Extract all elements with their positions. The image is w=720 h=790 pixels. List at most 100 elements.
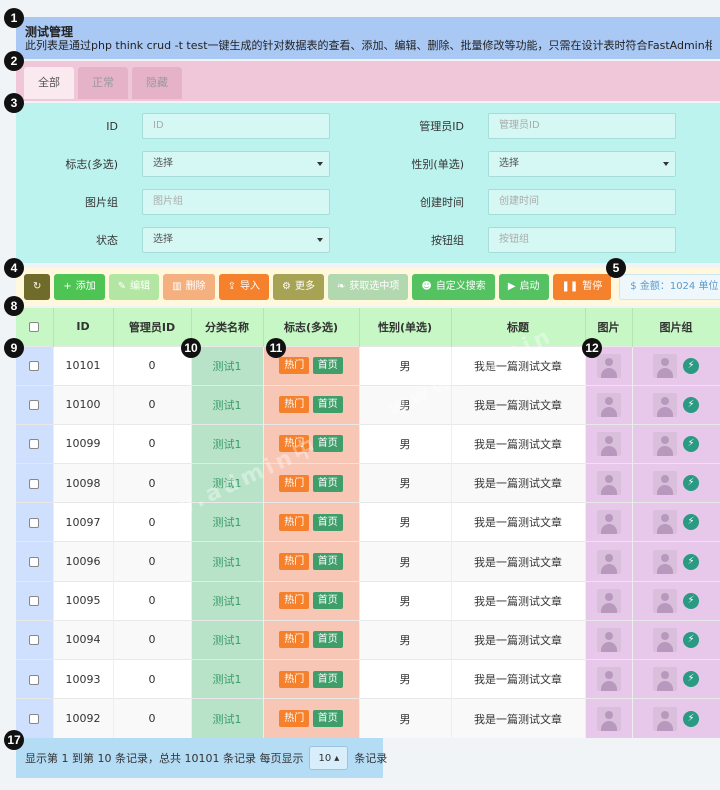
button-group-input[interactable]: 按钮组 [488,227,676,253]
row-checkbox[interactable] [29,400,40,411]
id-input[interactable]: ID [142,113,330,139]
column-header-admin-id[interactable]: 管理员ID [113,308,192,346]
status-select[interactable]: 选择 [142,227,330,253]
delete-button[interactable]: ▥ 删除 [163,274,215,300]
table-row[interactable]: 10098 0 测试1 热门 首页男我是一篇测试文章 ⚡ [16,463,720,503]
lightning-icon[interactable]: ⚡ [683,396,699,413]
cell-images: ⚡ [632,423,720,464]
row-checkbox[interactable] [29,557,40,568]
table-row[interactable]: 10096 0 测试1 热门 首页男我是一篇测试文章 ⚡ [16,541,720,582]
cell-images: ⚡ [632,502,720,542]
gender-select[interactable]: 选择 [488,151,676,177]
add-button[interactable]: + 添加 [54,274,105,300]
cell-image [585,423,633,464]
lightning-icon[interactable]: ⚡ [683,435,699,452]
avatar-placeholder-icon[interactable] [653,510,677,535]
cell-flags: 热门 首页 [263,384,360,425]
avatar-placeholder-icon[interactable] [653,353,677,378]
admin-id-input[interactable]: 管理员ID [488,113,676,139]
avatar-placeholder-icon[interactable] [596,667,621,692]
caret-down-icon [663,162,669,166]
table-row[interactable]: 10097 0 测试1 热门 首页男我是一篇测试文章 ⚡ [16,502,720,542]
cell-title: 我是一篇测试文章 [451,345,586,386]
column-header-id[interactable]: ID [53,308,114,346]
column-header-gender[interactable]: 性别(单选) [359,308,452,346]
cell-category: 测试1 [191,658,264,699]
page-size-select[interactable]: 10 ▴ [309,746,349,770]
table-row[interactable]: 10099 0 测试1 热门 首页男我是一篇测试文章 ⚡ [16,423,720,464]
cell-gender: 男 [359,463,452,503]
column-header-images[interactable]: 图片组 [632,308,720,346]
cell-gender: 男 [359,423,452,464]
get-selected-button[interactable]: ❧ 获取选中项 [327,274,409,300]
lightning-icon[interactable]: ⚡ [683,671,699,688]
row-checkbox[interactable] [29,674,40,685]
row-checkbox[interactable] [29,478,40,489]
lightning-icon[interactable]: ⚡ [683,553,699,570]
avatar-placeholder-icon[interactable] [596,353,621,378]
row-checkbox[interactable] [29,439,40,450]
column-header-category[interactable]: 分类名称 [191,308,264,346]
avatar-placeholder-icon[interactable] [596,627,621,652]
image-group-input[interactable]: 图片组 [142,189,330,215]
tab-hidden[interactable]: 隐藏 [132,67,182,99]
lightning-icon[interactable]: ⚡ [683,710,699,727]
pause-button[interactable]: ❚❚ 暂停 [552,274,612,300]
row-checkbox[interactable] [29,361,40,372]
avatar-placeholder-icon[interactable] [653,549,677,574]
avatar-placeholder-icon[interactable] [596,392,621,417]
lightning-icon[interactable]: ⚡ [683,475,699,492]
cell-image [585,502,633,542]
start-button[interactable]: ▶ 启动 [498,274,549,300]
add-button-label: 添加 [75,281,96,292]
flag-hot-badge: 热门 [279,710,310,728]
lightning-icon[interactable]: ⚡ [683,357,699,374]
table-row[interactable]: 10095 0 测试1 热门 首页男我是一篇测试文章 ⚡ [16,580,720,621]
avatar-placeholder-icon[interactable] [596,588,621,613]
flag-select[interactable]: 选择 [142,151,330,177]
avatar-placeholder-icon[interactable] [596,431,621,456]
avatar-placeholder-icon[interactable] [653,588,677,613]
avatar-placeholder-icon[interactable] [653,627,677,652]
cell-admin-id: 0 [113,541,192,582]
search-form: ID ID 管理员ID 管理员ID 标志(多选) 选择 性别(单选) 选择 图片… [16,103,720,263]
avatar-placeholder-icon[interactable] [596,549,621,574]
edit-button[interactable]: ✎ 编辑 [108,274,160,300]
avatar-placeholder-icon[interactable] [653,431,677,456]
lightning-icon[interactable]: ⚡ [683,592,699,609]
table-row[interactable]: 10101 0 测试1 热门 首页男我是一篇测试文章 ⚡ [16,345,720,386]
custom-search-button[interactable]: ☻ 自定义搜索 [412,274,495,300]
table-row[interactable]: 10093 0 测试1 热门 首页男我是一篇测试文章 ⚡ [16,658,720,699]
row-checkbox[interactable] [29,517,40,528]
table-row[interactable]: 10100 0 测试1 热门 首页男我是一篇测试文章 ⚡ [16,384,720,425]
cell-gender: 男 [359,619,452,660]
select-all-checkbox[interactable] [29,322,40,333]
avatar-placeholder-icon[interactable] [596,510,621,535]
cell-gender: 男 [359,384,452,425]
import-button[interactable]: ⇪ 导入 [218,274,270,300]
avatar-placeholder-icon[interactable] [653,667,677,692]
avatar-placeholder-icon[interactable] [653,706,677,731]
cell-admin-id: 0 [113,502,192,542]
refresh-button[interactable]: ↻ [24,274,51,300]
avatar-placeholder-icon[interactable] [596,471,621,496]
more-button[interactable]: ⚙ 更多 [273,274,324,300]
avatar-placeholder-icon[interactable] [653,471,677,496]
pagination-text: 显示第 1 到第 10 条记录，总共 10101 条记录 每页显示 [25,752,304,765]
table-row[interactable]: 10094 0 测试1 热门 首页男我是一篇测试文章 ⚡ [16,619,720,660]
avatar-placeholder-icon[interactable] [653,392,677,417]
row-checkbox[interactable] [29,596,40,607]
tab-all[interactable]: 全部 [24,67,74,99]
flag-hot-badge: 热门 [279,631,310,649]
tab-normal[interactable]: 正常 [78,67,128,99]
row-checkbox[interactable] [29,635,40,646]
cell-id: 10099 [53,423,114,464]
avatar-placeholder-icon[interactable] [596,706,621,731]
column-header-title[interactable]: 标题 [451,308,586,346]
cell-category: 测试1 [191,619,264,660]
table-row[interactable]: 10092 0 测试1 热门 首页男我是一篇测试文章 ⚡ [16,698,720,738]
row-checkbox[interactable] [29,714,40,725]
create-time-input[interactable]: 创建时间 [488,189,676,215]
lightning-icon[interactable]: ⚡ [683,631,699,648]
lightning-icon[interactable]: ⚡ [683,514,699,531]
